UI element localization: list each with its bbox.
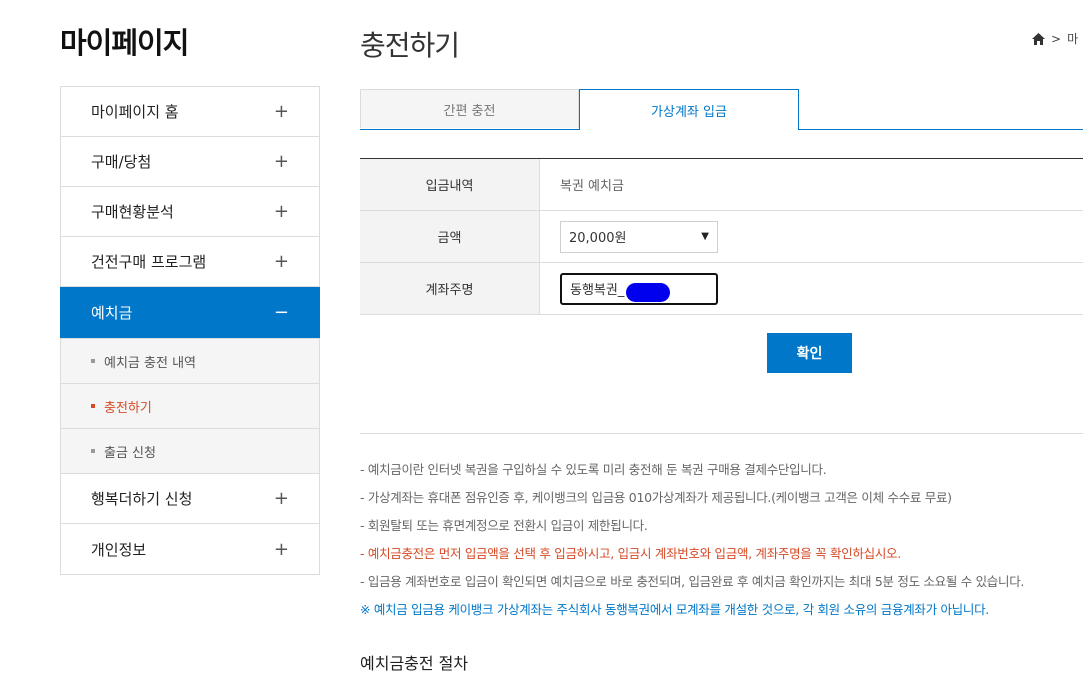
divider <box>360 433 1083 434</box>
breadcrumb-item[interactable]: 마 <box>1067 30 1078 47</box>
sidebar-item-purchase-win[interactable]: 구매/당첨 + <box>61 137 319 187</box>
sidebar-item-happiness-plus[interactable]: 행복더하기 신청 + <box>61 474 319 524</box>
sidebar-item-label: 예치금 <box>91 304 133 322</box>
account-holder-value: 동행복권_ <box>570 283 625 298</box>
sidebar-subitem-deposit-history[interactable]: 예치금 충전 내역 <box>61 339 319 384</box>
sidebar-item-mypage-home[interactable]: 마이페이지 홈 + <box>61 87 319 137</box>
dropdown-arrow-icon: ▼ <box>701 231 709 242</box>
plus-icon: + <box>273 488 289 509</box>
sidebar-item-deposit[interactable]: 예치금 − <box>60 287 320 339</box>
note-item-notice: ※ 예치금 입금용 케이뱅크 가상계좌는 주식회사 동행복권에서 모계좌를 개설… <box>360 602 989 617</box>
sidebar-item-label: 구매현황분석 <box>91 203 174 221</box>
tab-simple-charge[interactable]: 간편 충전 <box>360 89 579 128</box>
tab-virtual-account[interactable]: 가상계좌 입금 <box>579 89 799 130</box>
minus-icon: − <box>273 302 289 323</box>
deposit-form: 입금내역 복권 예치금 금액 20,000원 ▼ 계좌주명 동행복권_ <box>360 158 1083 315</box>
sidebar-item-purchase-analysis[interactable]: 구매현황분석 + <box>61 187 319 237</box>
bullet-icon <box>91 359 95 363</box>
sidebar-subitem-label: 충전하기 <box>104 400 152 416</box>
sidebar-item-personal-info[interactable]: 개인정보 + <box>61 524 319 574</box>
procedure-title: 예치금충전 절차 <box>360 654 469 673</box>
plus-icon: + <box>273 101 289 122</box>
note-item: - 예치금이란 인터넷 복권을 구입하실 수 있도록 미리 충전해 둔 복권 구… <box>360 462 827 477</box>
form-label: 계좌주명 <box>360 263 540 314</box>
charge-tabs: 간편 충전 가상계좌 입금 <box>360 89 1083 130</box>
sidebar-item-label: 행복더하기 신청 <box>91 490 193 508</box>
sidebar-item-label: 마이페이지 홈 <box>91 103 179 121</box>
redaction-mask <box>626 282 670 302</box>
form-row-deposit-type: 입금내역 복권 예치금 <box>360 159 1083 211</box>
note-item: - 입금용 계좌번호로 입금이 확인되면 예치금으로 바로 충전되며, 입금완료… <box>360 574 1025 589</box>
sidebar-subitem-label: 예치금 충전 내역 <box>104 355 196 371</box>
bullet-icon <box>91 449 95 453</box>
note-item: - 회원탈퇴 또는 휴면계정으로 전환시 입금이 제한됩니다. <box>360 518 648 533</box>
form-label: 금액 <box>360 211 540 262</box>
breadcrumb: > 마 <box>1032 30 1078 47</box>
sidebar-subitem-withdraw[interactable]: 출금 신청 <box>61 429 319 474</box>
bullet-icon <box>91 404 95 408</box>
sidebar-item-label: 건전구매 프로그램 <box>91 253 207 271</box>
note-item: - 가상계좌는 휴대폰 점유인증 후, 케이뱅크의 입금용 010가상계좌가 제… <box>360 490 952 505</box>
sidebar-subitem-label: 출금 신청 <box>104 445 156 461</box>
note-item-warning: - 예치금충전은 먼저 입금액을 선택 후 입금하시고, 입금시 계좌번호와 입… <box>360 546 901 561</box>
sidebar-subitem-charge[interactable]: 충전하기 <box>61 384 319 429</box>
notes-list: - 예치금이란 인터넷 복권을 구입하실 수 있도록 미리 충전해 둔 복권 구… <box>360 460 1083 628</box>
account-holder-input[interactable]: 동행복권_ <box>560 272 718 305</box>
form-row-account-holder: 계좌주명 동행복권_ <box>360 263 1083 315</box>
plus-icon: + <box>273 151 289 172</box>
sidebar-menu: 마이페이지 홈 + 구매/당첨 + 구매현황분석 + 건전구매 프로그램 + 예… <box>60 86 320 575</box>
sidebar-item-label: 구매/당첨 <box>91 153 152 171</box>
breadcrumb-separator: > <box>1051 31 1062 46</box>
sidebar-item-healthy-purchase[interactable]: 건전구매 프로그램 + <box>61 237 319 287</box>
form-row-amount: 금액 20,000원 ▼ <box>360 211 1083 263</box>
form-label: 입금내역 <box>360 159 540 210</box>
sidebar-item-label: 개인정보 <box>91 540 147 559</box>
plus-icon: + <box>273 538 289 560</box>
plus-icon: + <box>273 201 289 222</box>
home-icon[interactable] <box>1032 32 1045 45</box>
amount-select-value: 20,000원 <box>569 231 627 246</box>
sidebar-title: 마이페이지 <box>60 26 189 60</box>
deposit-type-value: 복권 예치금 <box>560 179 624 194</box>
plus-icon: + <box>273 251 289 272</box>
confirm-button[interactable]: 확인 <box>767 333 852 373</box>
amount-select[interactable]: 20,000원 ▼ <box>560 220 718 253</box>
page-title: 충전하기 <box>360 29 460 62</box>
